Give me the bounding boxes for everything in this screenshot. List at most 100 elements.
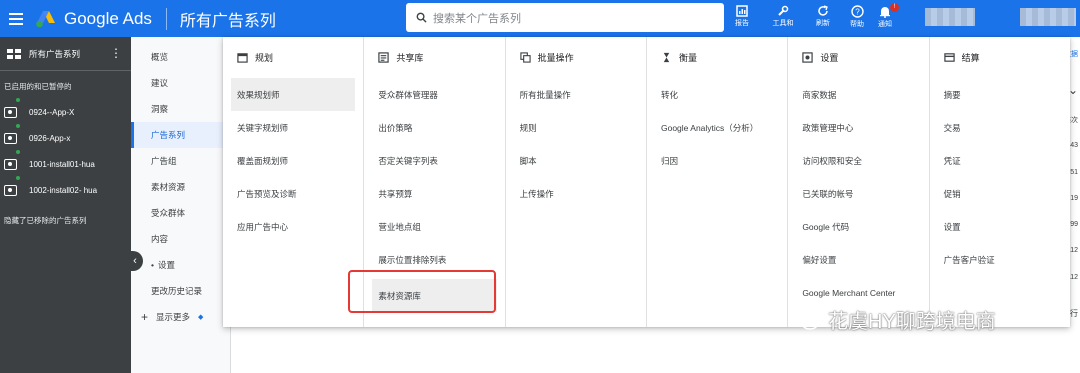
menu-item[interactable]: Google Analytics（分析） — [655, 111, 779, 144]
app-campaign-icon — [4, 184, 17, 196]
status-dot-icon — [16, 98, 20, 102]
report-label: 报告 — [735, 20, 749, 27]
help-label: 帮助 — [850, 21, 864, 28]
app-campaign-icon — [4, 132, 17, 144]
menu-item[interactable]: 上传操作 — [514, 177, 638, 210]
account-info-blurred[interactable] — [1020, 8, 1076, 26]
menu-column-header: 结算 — [938, 37, 1062, 78]
search-icon — [416, 12, 427, 23]
refresh-button[interactable]: 刷新 — [809, 5, 837, 28]
tools-button[interactable]: 工具和 — [769, 5, 797, 28]
settings-icon — [802, 52, 813, 63]
menu-item[interactable]: 脚本 — [514, 144, 638, 177]
menu-column-title: 共享库 — [396, 53, 424, 63]
menu-item[interactable]: 共享预算 — [372, 177, 496, 210]
plus-icon: + — [141, 310, 149, 324]
menu-item[interactable]: 广告预览及诊断 — [231, 177, 355, 210]
status-dot-icon — [16, 150, 20, 154]
refresh-icon — [818, 5, 828, 16]
campaign-item[interactable]: 0926-App-x — [0, 125, 131, 151]
menu-item[interactable]: 归因 — [655, 144, 779, 177]
campaign-item[interactable]: 1001-install01-hua — [0, 151, 131, 177]
bullet-icon: • — [151, 260, 154, 270]
menu-column-bulk-actions: 批量操作 所有批量操作 规则 脚本 上传操作 — [506, 37, 647, 327]
menu-item[interactable]: 营业地点组 — [372, 210, 496, 243]
menu-item[interactable]: 设置 — [938, 210, 1062, 243]
menu-item[interactable]: 规则 — [514, 111, 638, 144]
menu-item[interactable]: 政策管理中心 — [796, 111, 920, 144]
svg-text:?: ? — [855, 8, 860, 17]
hourglass-icon — [663, 52, 670, 63]
background-notice-strip — [590, 29, 890, 37]
nav-item[interactable]: 内容 — [131, 226, 230, 252]
watermark-text: 花虞HY聊跨境电商 — [828, 311, 996, 333]
report-button[interactable]: 报告 — [728, 5, 756, 28]
status-dot-icon — [16, 124, 20, 128]
notifications-button[interactable]: ! 通知 — [871, 3, 899, 29]
billing-icon — [943, 53, 955, 62]
menu-item[interactable]: 出价策略 — [372, 111, 496, 144]
search-placeholder: 搜索某个广告系列 — [433, 12, 521, 25]
menu-item[interactable]: 交易 — [938, 111, 1062, 144]
nav-item[interactable]: 更改历史记录 — [131, 278, 230, 304]
more-vert-icon[interactable]: ⋮ — [110, 47, 122, 59]
menu-column-settings: 设置 商家数据 政策管理中心 访问权限和安全 已关联的帐号 Google 代码 … — [788, 37, 930, 327]
nav-item[interactable]: 建议 — [131, 70, 230, 96]
grid-icon — [7, 48, 21, 59]
menu-column-title: 结算 — [961, 53, 980, 63]
menu-column-header: 批量操作 — [514, 37, 638, 78]
nav-item[interactable]: 受众群体 — [131, 200, 230, 226]
menu-item[interactable]: 关键字规划师 — [231, 111, 355, 144]
annotation-highlight-box — [348, 270, 496, 313]
menu-icon[interactable] — [9, 12, 23, 25]
menu-item[interactable]: 转化 — [655, 78, 779, 111]
campaign-item[interactable]: 1002-install02- hua — [0, 177, 131, 203]
campaign-item[interactable]: 0924--App-X — [0, 99, 131, 125]
menu-item[interactable]: 应用广告中心 — [231, 210, 355, 243]
page-title: 所有广告系列 — [179, 12, 276, 30]
chevron-down-icon: ◆ — [198, 314, 204, 321]
menu-item[interactable]: 已关联的帐号 — [796, 177, 920, 210]
divider — [165, 7, 167, 30]
menu-item[interactable]: 效果规划师 — [231, 78, 356, 111]
nav-item[interactable]: 概览 — [131, 44, 230, 70]
menu-column-header: 设置 — [796, 37, 920, 78]
menu-item[interactable]: 覆盖面规划师 — [231, 144, 355, 177]
menu-item[interactable]: 否定关键字列表 — [372, 144, 496, 177]
menu-item[interactable]: 凭证 — [938, 144, 1062, 177]
show-more-label: 显示更多 — [156, 312, 191, 322]
menu-column-header: 衡量 — [655, 37, 779, 78]
menu-item[interactable]: 广告客户验证 — [938, 243, 1062, 276]
campaign-tree-title: 所有广告系列 — [29, 48, 81, 59]
menu-column-measurement: 衡量 转化 Google Analytics（分析） 归因 — [647, 37, 789, 327]
app-campaign-icon — [4, 158, 17, 170]
menu-item[interactable]: 受众群体管理器 — [372, 78, 496, 111]
menu-item[interactable]: 摘要 — [938, 78, 1062, 111]
campaign-tree-header[interactable]: 所有广告系列 ⋮ — [0, 37, 131, 71]
nav-item[interactable]: 洞察 — [131, 96, 230, 122]
nav-item[interactable]: 广告组 — [131, 148, 230, 174]
notifications-label: 通知 — [878, 21, 892, 28]
account-info-blurred[interactable] — [925, 8, 975, 26]
nav-item-active[interactable]: 广告系列 — [131, 122, 230, 148]
page-nav: 概览 建议 洞察 广告系列 广告组 素材资源 受众群体 内容 • 设置 更改历史记… — [127, 37, 231, 373]
wrench-icon — [778, 5, 789, 16]
show-more-button[interactable]: + 显示更多 ◆ — [131, 304, 230, 330]
menu-item[interactable]: 商家数据 — [796, 78, 920, 111]
calendar-icon — [237, 53, 248, 63]
search-box[interactable]: 搜索某个广告系列 — [406, 3, 724, 32]
help-button[interactable]: ? 帮助 — [843, 5, 871, 29]
notification-badge: ! — [890, 3, 899, 12]
library-icon — [378, 52, 390, 63]
status-dot-icon — [16, 176, 20, 180]
menu-column-header: 共享库 — [372, 37, 496, 78]
campaign-tree-panel: 所有广告系列 ⋮ 已启用的和已暂停的 0924--App-X 0926-App-… — [0, 37, 131, 373]
menu-item[interactable]: 所有批量操作 — [514, 78, 638, 111]
nav-item[interactable]: • 设置 — [131, 252, 230, 278]
menu-item[interactable]: 促销 — [938, 177, 1062, 210]
menu-item[interactable]: 偏好设置 — [796, 243, 920, 276]
menu-item[interactable]: 访问权限和安全 — [796, 144, 920, 177]
menu-column-header: 规划 — [231, 37, 355, 78]
nav-item[interactable]: 素材资源 — [131, 174, 230, 200]
menu-item[interactable]: Google 代码 — [796, 210, 920, 243]
